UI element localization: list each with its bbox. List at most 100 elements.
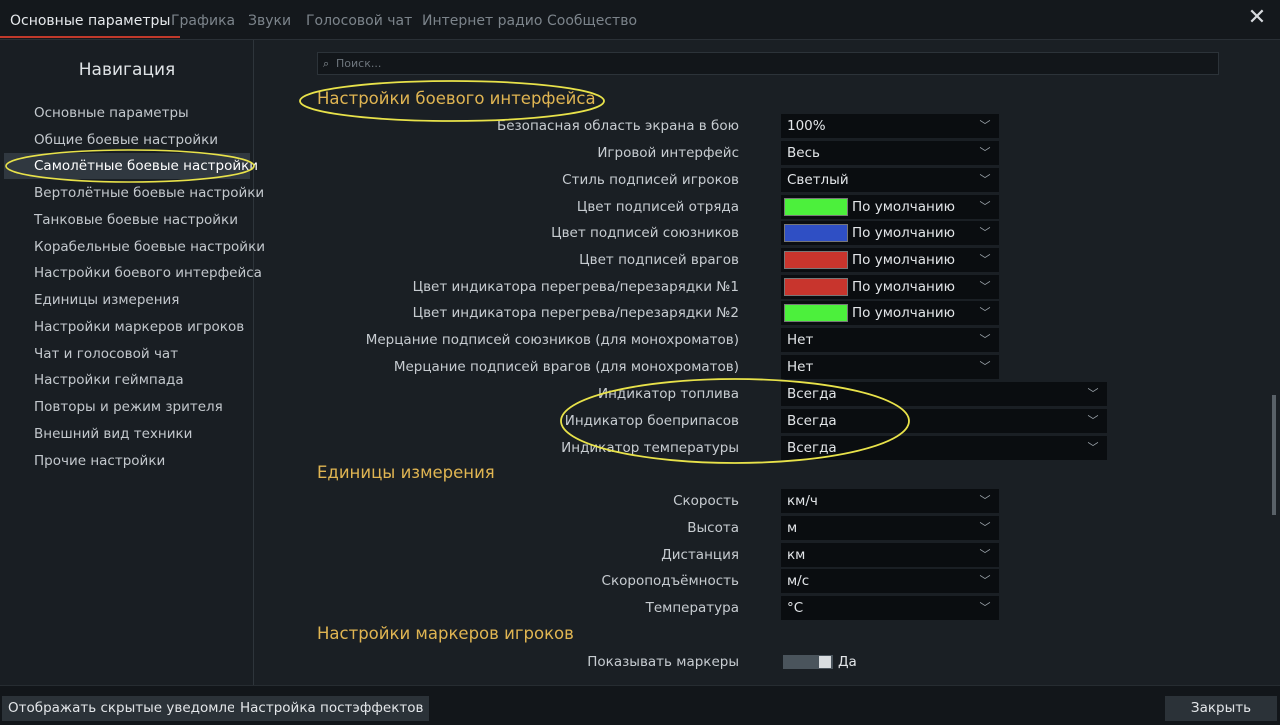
tab-community[interactable]: Сообщество — [547, 0, 637, 38]
setting-label: Игровой интерфейс — [597, 145, 739, 161]
setting-label: Индикатор топлива — [597, 386, 739, 402]
dropdown-value: Всегда — [787, 440, 837, 456]
tab-sound[interactable]: Звуки — [248, 0, 291, 38]
dropdown-enemy-flicker[interactable]: Нет ﹀ — [781, 355, 999, 379]
show-markers-toggle[interactable] — [783, 655, 833, 669]
dropdown-value: км/ч — [787, 493, 818, 509]
nav-item-other[interactable]: Прочие настройки — [4, 448, 250, 474]
section-title-units: Единицы измерения — [317, 463, 495, 482]
close-button[interactable]: Закрыть — [1165, 696, 1277, 721]
dropdown-safe-area[interactable]: 100% ﹀ — [781, 114, 999, 138]
color-swatch — [784, 278, 848, 296]
dropdown-label-style[interactable]: Светлый ﹀ — [781, 168, 999, 192]
dropdown-fuel-indicator[interactable]: Всегда ﹀ — [781, 382, 1107, 406]
dropdown-value: м — [787, 520, 798, 536]
chevron-down-icon: ﹀ — [979, 548, 991, 561]
nav-item-general-battle[interactable]: Общие боевые настройки — [4, 127, 250, 153]
nav-item-gamepad[interactable]: Настройки геймпада — [4, 367, 250, 393]
nav-item-ship-battle[interactable]: Корабельные боевые настройки — [4, 234, 265, 260]
color-swatch — [784, 224, 848, 242]
nav-item-replays[interactable]: Повторы и режим зрителя — [4, 394, 250, 420]
dropdown-ammo-indicator[interactable]: Всегда ﹀ — [781, 409, 1107, 433]
chevron-down-icon: ﹀ — [979, 226, 991, 239]
dropdown-game-interface[interactable]: Весь ﹀ — [781, 141, 999, 165]
dropdown-climb-rate-unit[interactable]: м/с ﹀ — [781, 569, 999, 593]
dropdown-overheat-color-2[interactable]: По умолчанию ﹀ — [781, 301, 999, 325]
chevron-down-icon: ﹀ — [1087, 387, 1099, 400]
setting-label: Показывать маркеры — [587, 654, 739, 670]
settings-panel: ⌕ Поиск... Настройки боевого интерфейса … — [255, 40, 1276, 685]
dropdown-speed-unit[interactable]: км/ч ﹀ — [781, 489, 999, 513]
dropdown-squad-color[interactable]: По умолчанию ﹀ — [781, 195, 999, 219]
postfx-settings-button[interactable]: Настройка постэффектов — [234, 696, 430, 721]
setting-label: Цвет подписей врагов — [579, 252, 739, 268]
dropdown-value: Весь — [787, 145, 820, 161]
dropdown-ally-color[interactable]: По умолчанию ﹀ — [781, 221, 999, 245]
tab-internet-radio[interactable]: Интернет радио — [422, 0, 542, 38]
nav-item-vehicle-appearance[interactable]: Внешний вид техники — [4, 421, 250, 447]
tab-voice-chat[interactable]: Голосовой чат — [306, 0, 412, 38]
chevron-down-icon: ﹀ — [979, 521, 991, 534]
chevron-down-icon: ﹀ — [979, 119, 991, 132]
chevron-down-icon: ﹀ — [1087, 414, 1099, 427]
setting-label: Мерцание подписей союзников (для монохро… — [365, 332, 739, 348]
dropdown-enemy-color[interactable]: По умолчанию ﹀ — [781, 248, 999, 272]
dropdown-altitude-unit[interactable]: м ﹀ — [781, 516, 999, 540]
setting-label: Индикатор боеприпасов — [564, 413, 739, 429]
setting-label: Цвет индикатора перегрева/перезарядки №2 — [412, 305, 739, 321]
nav-item-player-markers[interactable]: Настройки маркеров игроков — [4, 314, 250, 340]
chevron-down-icon: ﹀ — [1087, 441, 1099, 454]
setting-label: Цвет подписей союзников — [551, 225, 739, 241]
nav-item-aircraft-battle[interactable]: Самолётные боевые настройки — [4, 153, 258, 179]
dropdown-value: м/с — [787, 573, 810, 589]
dropdown-value: км — [787, 547, 806, 563]
close-icon[interactable]: ✕ — [1246, 7, 1268, 30]
dropdown-distance-unit[interactable]: км ﹀ — [781, 543, 999, 567]
chevron-down-icon: ﹀ — [979, 146, 991, 159]
dropdown-temperature-indicator[interactable]: Всегда ﹀ — [781, 436, 1107, 460]
setting-label: Цвет подписей отряда — [576, 199, 739, 215]
search-input[interactable]: ⌕ Поиск... — [317, 52, 1219, 75]
chevron-down-icon: ﹀ — [979, 494, 991, 507]
scrollbar-thumb[interactable] — [1272, 395, 1276, 515]
navigation-sidebar: Навигация Основные параметры Общие боевы… — [0, 40, 265, 685]
dropdown-value: Всегда — [787, 413, 837, 429]
tab-main-settings[interactable]: Основные параметры — [0, 0, 181, 38]
dropdown-overheat-color-1[interactable]: По умолчанию ﹀ — [781, 275, 999, 299]
dropdown-value: Нет — [787, 359, 814, 375]
chevron-down-icon: ﹀ — [979, 173, 991, 186]
dropdown-value: 100% — [787, 118, 826, 134]
setting-label: Высота — [687, 520, 739, 536]
setting-label: Мерцание подписей врагов (для монохромат… — [393, 359, 739, 375]
top-tab-bar: Основные параметры Графика Звуки Голосов… — [0, 0, 1280, 40]
bottom-bar: Отображать скрытые уведомления Настройка… — [0, 685, 1280, 725]
nav-item-tank-battle[interactable]: Танковые боевые настройки — [4, 207, 250, 233]
search-icon: ⌕ — [323, 57, 330, 70]
chevron-down-icon: ﹀ — [979, 601, 991, 614]
nav-item-chat[interactable]: Чат и голосовой чат — [4, 341, 250, 367]
dropdown-value: По умолчанию — [852, 305, 955, 321]
setting-label: Индикатор температуры — [561, 440, 739, 456]
nav-item-units[interactable]: Единицы измерения — [4, 287, 250, 313]
dropdown-value: По умолчанию — [852, 199, 955, 215]
nav-item-helicopter-battle[interactable]: Вертолётные боевые настройки — [4, 180, 264, 206]
chevron-down-icon: ﹀ — [979, 360, 991, 373]
setting-label: Температура — [645, 600, 739, 616]
dropdown-value: Светлый — [787, 172, 849, 188]
section-title-interface: Настройки боевого интерфейса — [317, 89, 596, 108]
chevron-down-icon: ﹀ — [979, 200, 991, 213]
dropdown-value: По умолчанию — [852, 279, 955, 295]
dropdown-value: По умолчанию — [852, 252, 955, 268]
section-title-markers: Настройки маркеров игроков — [317, 624, 574, 643]
tab-graphics[interactable]: Графика — [171, 0, 235, 38]
nav-item-battle-interface[interactable]: Настройки боевого интерфейса — [4, 260, 262, 286]
show-hidden-notifications-button[interactable]: Отображать скрытые уведомления — [2, 696, 268, 721]
chevron-down-icon: ﹀ — [979, 333, 991, 346]
toggle-value: Да — [838, 654, 857, 670]
dropdown-ally-flicker[interactable]: Нет ﹀ — [781, 328, 999, 352]
setting-label: Безопасная область экрана в бою — [496, 118, 739, 134]
setting-label: Скорость — [673, 493, 739, 509]
setting-label: Стиль подписей игроков — [562, 172, 739, 188]
dropdown-temperature-unit[interactable]: °C ﹀ — [781, 596, 999, 620]
nav-item-main[interactable]: Основные параметры — [4, 100, 250, 126]
